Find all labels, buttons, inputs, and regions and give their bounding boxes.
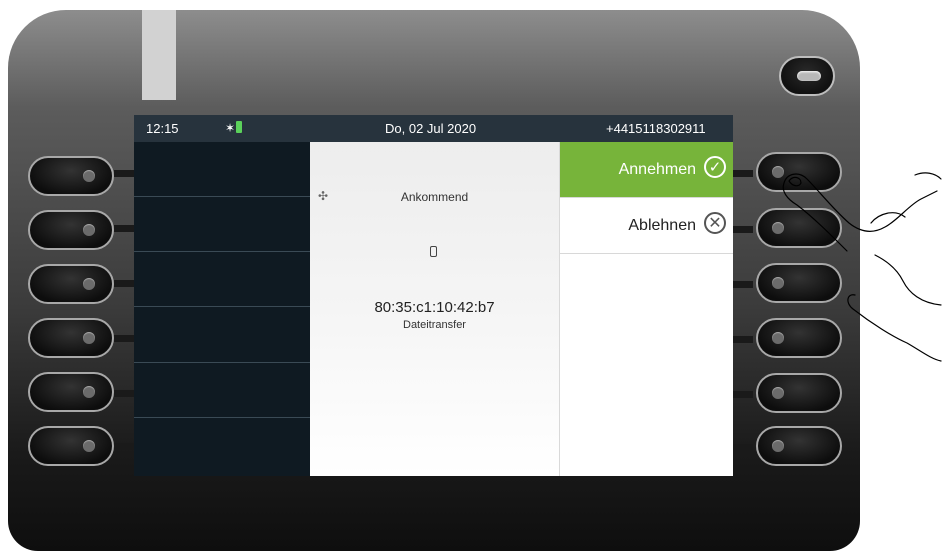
call-info-panel: ✣ Ankommend 80:35:c1:10:42:b7 Dateitrans… xyxy=(310,142,559,476)
mac-address: 80:35:c1:10:42:b7 xyxy=(374,299,495,316)
left-key-connector xyxy=(114,225,134,232)
left-key-connector xyxy=(114,335,134,342)
right-key-connector xyxy=(733,170,753,177)
right-key-connector xyxy=(733,226,753,233)
left-key-slot xyxy=(134,363,310,418)
right-key-led xyxy=(772,387,784,399)
status-date: Do, 02 Jul 2020 xyxy=(385,121,477,136)
status-time: 12:15 xyxy=(146,121,179,136)
left-key-slot xyxy=(134,308,310,363)
left-key-3[interactable] xyxy=(28,264,114,304)
left-key-slot xyxy=(134,252,310,307)
left-key-led xyxy=(83,332,95,344)
right-key-connector xyxy=(733,444,753,451)
battery-icon xyxy=(236,121,242,133)
left-key-1[interactable] xyxy=(28,156,114,196)
left-key-connector xyxy=(114,443,134,450)
left-key-labels-panel xyxy=(134,142,310,476)
right-key-led xyxy=(772,440,784,452)
left-key-led xyxy=(83,440,95,452)
status-phone-number: +4415118302911 xyxy=(606,121,706,136)
status-bar: 12:15 ✶ Do, 02 Jul 2020 +4415118302911 xyxy=(134,115,733,142)
left-key-connector xyxy=(114,280,134,287)
display-screen: 12:15 ✶ Do, 02 Jul 2020 +4415118302911 ✣… xyxy=(134,115,733,476)
transfer-label: Dateitransfer xyxy=(403,319,466,331)
top-button-led xyxy=(797,71,821,81)
hand-palm xyxy=(874,254,942,306)
left-key-led xyxy=(83,224,95,236)
bluetooth-icon: ✶ xyxy=(225,121,236,135)
left-key-2[interactable] xyxy=(28,210,114,250)
action-panel: Annehmen ✓ Ablehnen ✕ xyxy=(559,142,733,476)
left-key-slot xyxy=(134,142,310,197)
reject-label: Ablehnen xyxy=(628,217,696,234)
left-key-led xyxy=(83,278,95,290)
left-key-connector xyxy=(114,390,134,397)
hand-thumb xyxy=(847,294,942,362)
top-function-button[interactable] xyxy=(779,56,835,96)
right-key-connector xyxy=(733,391,753,398)
hand-index-finger xyxy=(783,173,938,232)
left-key-5[interactable] xyxy=(28,372,114,412)
pointing-hand-illustration xyxy=(782,172,942,362)
left-key-slot xyxy=(134,197,310,252)
right-key-6[interactable] xyxy=(756,426,842,466)
left-key-6[interactable] xyxy=(28,426,114,466)
left-key-led xyxy=(83,170,95,182)
accept-button[interactable]: Annehmen ✓ xyxy=(560,142,733,198)
left-key-led xyxy=(83,386,95,398)
x-circle-icon: ✕ xyxy=(704,212,726,234)
accept-label: Annehmen xyxy=(618,161,696,178)
left-key-4[interactable] xyxy=(28,318,114,358)
mobile-phone-icon xyxy=(430,246,437,257)
reject-button[interactable]: Ablehnen ✕ xyxy=(560,198,733,254)
checkmark-circle-icon: ✓ xyxy=(704,156,726,178)
left-key-connector xyxy=(114,170,134,177)
right-key-5[interactable] xyxy=(756,373,842,413)
hand-knuckle xyxy=(870,212,906,224)
right-key-connector xyxy=(733,281,753,288)
right-key-connector xyxy=(733,336,753,343)
hand-wrist xyxy=(914,172,942,180)
hand-nail xyxy=(788,176,802,187)
label-slot xyxy=(142,10,176,100)
hand-finger-lower xyxy=(782,182,848,252)
incoming-label: Ankommend xyxy=(400,190,469,204)
left-key-slot xyxy=(134,418,310,473)
